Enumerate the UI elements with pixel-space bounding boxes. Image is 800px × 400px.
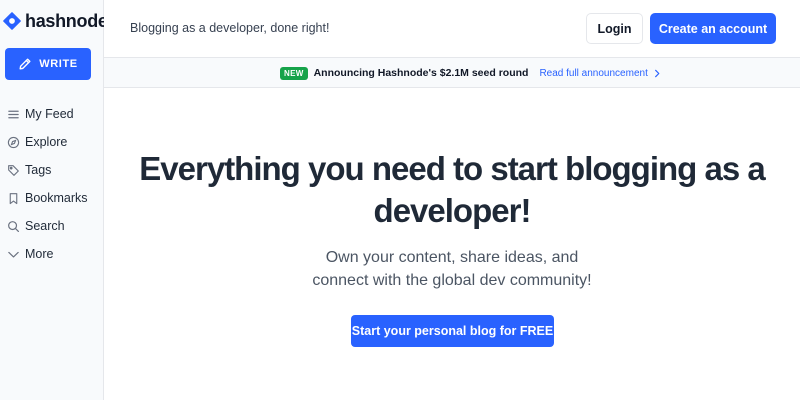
write-button-label: WRITE [39, 58, 78, 70]
sidebar-item-label: My Feed [25, 107, 74, 121]
sidebar-item-label: Tags [25, 163, 52, 177]
hashnode-logo[interactable]: hashnode [3, 10, 108, 32]
search-icon [8, 220, 20, 232]
login-button[interactable]: Login [586, 13, 643, 44]
feed-lines-icon [8, 110, 19, 118]
announcement-bar: NEW Announcing Hashnode's $2.1M seed rou… [104, 58, 800, 88]
announcement-text: Announcing Hashnode's $2.1M seed round [313, 67, 529, 79]
hero-subtitle: Own your content, share ideas, and conne… [104, 246, 800, 292]
top-header: Blogging as a developer, done right! Log… [104, 0, 800, 58]
sidebar-item-bookmarks[interactable]: Bookmarks [0, 184, 104, 212]
sidebar-item-tags[interactable]: Tags [0, 156, 104, 184]
sidebar-item-explore[interactable]: Explore [0, 128, 104, 156]
sidebar-item-label: Explore [25, 135, 68, 149]
chevron-down-icon [8, 251, 19, 258]
write-button[interactable]: WRITE [5, 48, 91, 80]
header-tagline: Blogging as a developer, done right! [130, 21, 330, 35]
hero-title: Everything you need to start blogging as… [104, 148, 800, 232]
pencil-icon [19, 58, 31, 70]
sidebar-nav: My Feed Explore Tags Bookmarks Search Mo… [0, 100, 104, 268]
sidebar: hashnode WRITE My Feed Explore Tags Book… [0, 0, 108, 400]
chevron-right-icon [654, 69, 660, 77]
sidebar-item-search[interactable]: Search [0, 212, 104, 240]
sidebar-item-label: Bookmarks [25, 191, 88, 205]
sidebar-item-more[interactable]: More [0, 240, 104, 268]
hero-subtitle-line-1: Own your content, share ideas, and [325, 249, 579, 266]
brand-name: hashnode [25, 10, 108, 31]
read-announcement-label: Read full announcement [539, 67, 648, 79]
tag-icon [8, 164, 19, 176]
announcement-content: NEW Announcing Hashnode's $2.1M seed rou… [280, 65, 661, 81]
hero-subtitle-line-2: connect with the global dev community! [312, 272, 592, 289]
read-announcement-link[interactable]: Read full announcement [539, 68, 660, 79]
compass-icon [7, 136, 20, 148]
hero-title-line-2: developer! [373, 192, 532, 229]
create-account-button[interactable]: Create an account [650, 13, 776, 44]
new-badge: NEW [280, 66, 308, 80]
sidebar-item-label: More [25, 247, 54, 261]
sidebar-item-label: Search [25, 219, 65, 233]
hashnode-logo-icon [3, 12, 21, 30]
hero-title-line-1: Everything you need to start blogging as… [139, 150, 765, 187]
sidebar-item-my-feed[interactable]: My Feed [0, 100, 104, 128]
bookmark-icon [9, 192, 18, 204]
start-blog-button[interactable]: Start your personal blog for FREE [351, 315, 554, 347]
